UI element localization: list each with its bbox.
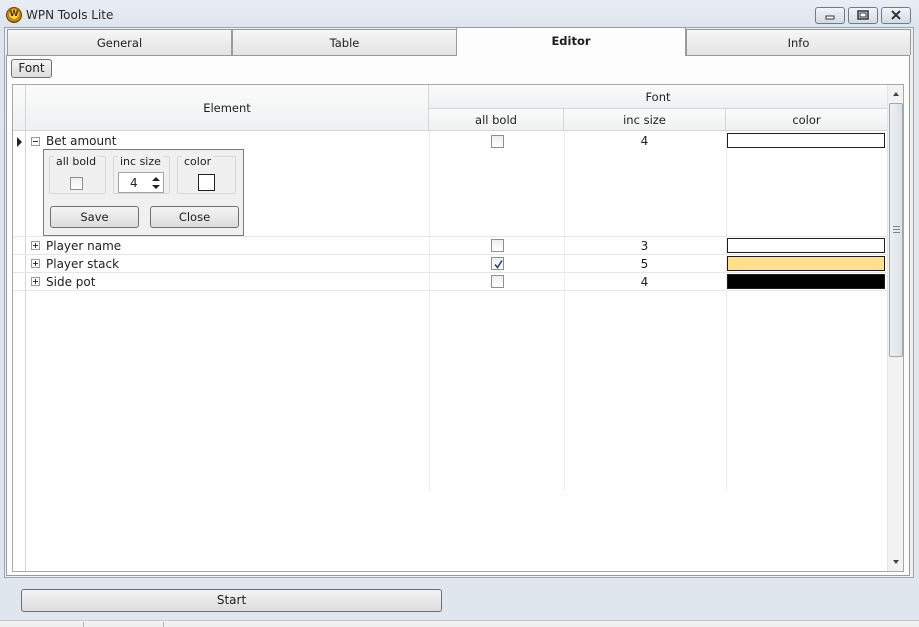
element-grid: Element Font all bold inc size color Bet…: [12, 84, 904, 572]
inc-size-group-label: inc size: [118, 155, 163, 168]
close-icon: [891, 10, 901, 20]
checkmark-icon: [494, 260, 503, 269]
inc-size-value[interactable]: 5: [564, 257, 725, 271]
color-cell[interactable]: [727, 133, 885, 148]
grip-line: [893, 226, 900, 227]
restore-button[interactable]: [848, 7, 878, 24]
close-window-button[interactable]: [881, 7, 911, 24]
element-name[interactable]: Player name: [46, 239, 121, 253]
inc-size-stepper[interactable]: 4: [118, 172, 164, 193]
restore-icon: [857, 10, 869, 20]
all-bold-checkbox[interactable]: [491, 275, 504, 288]
status-separator: [83, 622, 84, 627]
status-bar: [0, 620, 919, 627]
scroll-down-icon[interactable]: [893, 560, 899, 564]
header-font-group: Font: [429, 85, 888, 109]
all-bold-checkbox[interactable]: [491, 257, 504, 270]
color-cell[interactable]: [727, 238, 885, 253]
header-color[interactable]: color: [726, 109, 888, 131]
inc-size-value[interactable]: 4: [564, 275, 725, 289]
close-button[interactable]: Close: [150, 206, 239, 228]
inc-size-value[interactable]: 3: [564, 239, 725, 253]
expand-icon[interactable]: [31, 277, 40, 286]
row-divider: [13, 236, 887, 237]
all-bold-group-label: all bold: [54, 155, 99, 168]
vertical-scrollbar[interactable]: [887, 85, 903, 571]
tab-table[interactable]: Table: [232, 29, 457, 55]
row-indicator-header: [13, 85, 26, 131]
element-name[interactable]: Bet amount: [46, 134, 116, 148]
color-cell[interactable]: [727, 256, 885, 271]
status-separator: [163, 622, 164, 627]
start-button[interactable]: Start: [21, 589, 442, 612]
color-group-label: color: [182, 155, 214, 168]
all-bold-checkbox[interactable]: [491, 135, 504, 148]
color-cell[interactable]: [727, 274, 885, 289]
column-divider: [564, 131, 565, 491]
row-detail-editor: all bold inc size 4 color Save Close: [43, 149, 244, 236]
row-divider: [13, 272, 887, 273]
row-divider: [13, 290, 887, 291]
collapse-icon[interactable]: [31, 137, 40, 146]
window-title: WPN Tools Lite: [26, 8, 114, 22]
detail-all-bold-checkbox[interactable]: [70, 177, 83, 190]
header-element[interactable]: Element: [26, 85, 429, 131]
app-logo-icon: W: [6, 7, 22, 23]
scrollbar-thumb[interactable]: [889, 103, 903, 357]
all-bold-group: all bold: [49, 155, 106, 194]
scroll-up-icon[interactable]: [893, 92, 899, 96]
expand-icon[interactable]: [31, 241, 40, 250]
minimize-button[interactable]: [815, 7, 845, 24]
column-divider: [429, 131, 430, 491]
expand-icon[interactable]: [31, 259, 40, 268]
grip-line: [893, 232, 900, 233]
font-button[interactable]: Font: [11, 59, 52, 78]
stepper-down-icon[interactable]: [152, 185, 160, 189]
element-name[interactable]: Side pot: [46, 275, 95, 289]
stepper-value: 4: [130, 176, 138, 190]
minimize-icon: [825, 15, 835, 20]
row-divider: [13, 254, 887, 255]
row-indicator-column: [13, 131, 26, 571]
stepper-up-icon[interactable]: [152, 177, 160, 181]
header-inc-size[interactable]: inc size: [564, 109, 726, 131]
color-picker-swatch[interactable]: [198, 174, 215, 191]
tab-editor[interactable]: Editor: [456, 27, 686, 56]
inc-size-value[interactable]: 4: [564, 134, 725, 148]
title-bar: W WPN Tools Lite: [0, 0, 919, 30]
current-row-arrow-icon: [17, 137, 22, 147]
all-bold-checkbox[interactable]: [491, 239, 504, 252]
grip-line: [893, 229, 900, 230]
tab-general[interactable]: General: [7, 29, 232, 55]
header-all-bold[interactable]: all bold: [429, 109, 564, 131]
tab-info[interactable]: Info: [686, 29, 911, 55]
element-name[interactable]: Player stack: [46, 257, 119, 271]
column-divider: [726, 131, 727, 491]
save-button[interactable]: Save: [50, 206, 139, 228]
